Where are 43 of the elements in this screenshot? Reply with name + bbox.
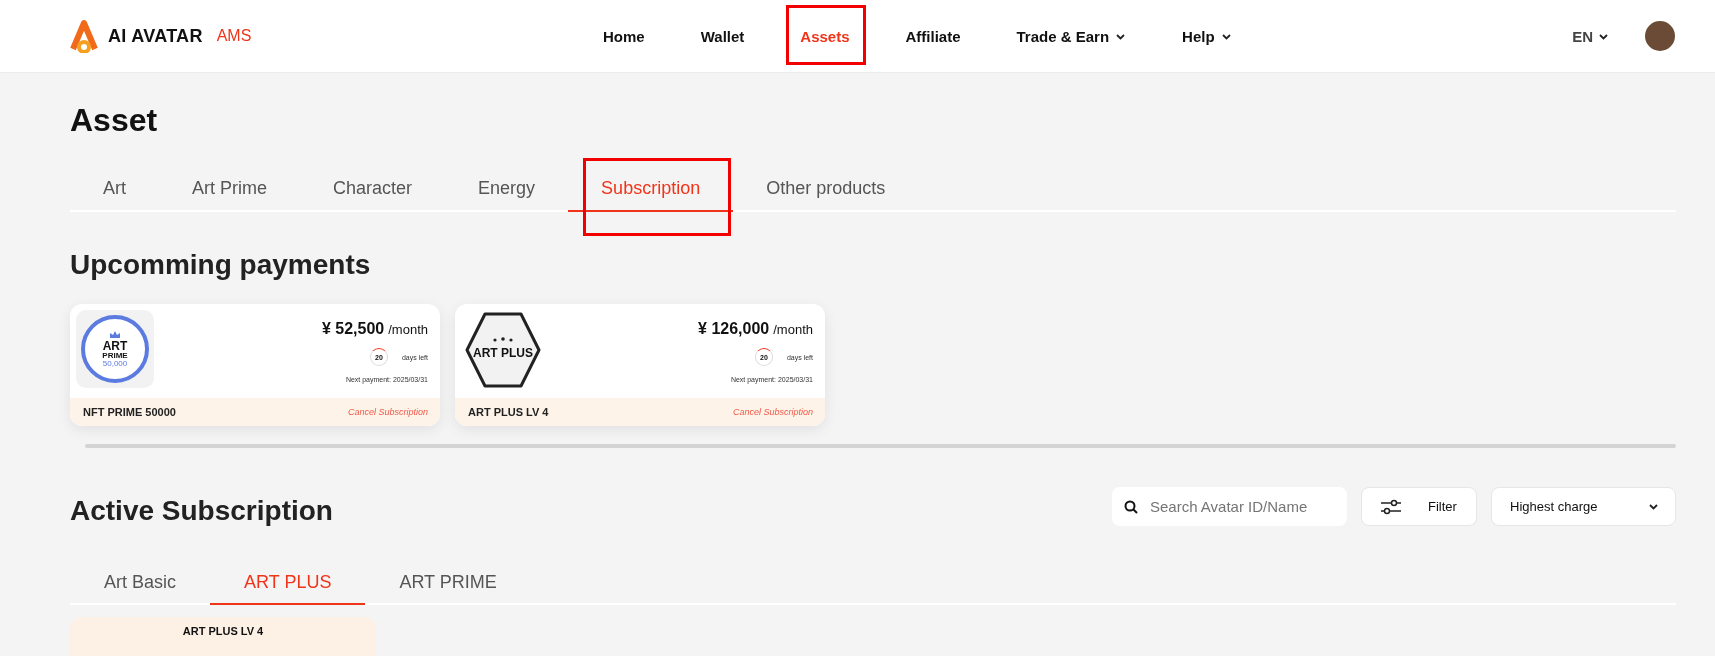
plan-name: NFT PRIME 50000 — [83, 406, 176, 418]
avatar[interactable] — [1645, 21, 1675, 51]
sort-dropdown[interactable]: Highest charge — [1491, 487, 1676, 526]
price: ¥ 126,000 — [698, 320, 770, 337]
badge-text: PRIME — [102, 351, 128, 360]
page-title: Asset — [70, 101, 159, 140]
logo-icon — [70, 19, 100, 53]
price-period: /month — [773, 322, 813, 337]
search-icon — [1124, 500, 1138, 514]
price-period: /month — [388, 322, 428, 337]
caret-icon — [1598, 31, 1609, 41]
badge-text: 50,000 — [102, 359, 128, 368]
section-title: Active Subscription — [70, 494, 333, 528]
tab[interactable]: Subscription — [568, 170, 734, 212]
tab[interactable]: ART PLUS — [210, 564, 366, 605]
tab[interactable]: Art — [70, 170, 159, 212]
logo-suffix: AMS — [216, 27, 252, 45]
nav-link[interactable]: Home — [603, 27, 645, 45]
tab[interactable]: Art Prime — [159, 170, 301, 212]
nav-link[interactable]: Wallet — [700, 27, 745, 45]
section-title: Upcomming payments — [70, 248, 372, 282]
badge-text: ART PLUS — [473, 346, 533, 360]
caret-icon — [1648, 502, 1659, 511]
badge-text: ART — [102, 339, 128, 352]
filter-button[interactable]: Filter — [1361, 487, 1477, 526]
tab[interactable]: ART PRIME — [365, 564, 531, 605]
tab[interactable]: Character — [300, 170, 446, 212]
plan-name: ART PLUS LV 4 — [182, 625, 264, 639]
search-field[interactable]: Search Avatar ID/Name — [1112, 487, 1347, 526]
tab[interactable]: Other products — [733, 170, 919, 212]
language-selector[interactable]: EN — [1572, 27, 1609, 45]
tab[interactable]: Art Basic — [70, 564, 211, 605]
sliders-icon — [1380, 497, 1402, 516]
tab[interactable]: Energy — [445, 170, 569, 212]
nav-link[interactable]: Assets — [800, 27, 850, 45]
crown-icon — [109, 330, 121, 339]
scrollbar[interactable] — [85, 444, 1676, 448]
nav-link[interactable]: Trade & Earn — [1016, 27, 1127, 45]
nav-link[interactable]: Help — [1182, 27, 1232, 45]
nav-link[interactable]: Affiliate — [905, 27, 961, 45]
price: ¥ 52,500 — [321, 320, 385, 337]
logo-text: AI AVATAR — [108, 25, 203, 47]
plan-name: ART PLUS LV 4 — [468, 406, 549, 418]
